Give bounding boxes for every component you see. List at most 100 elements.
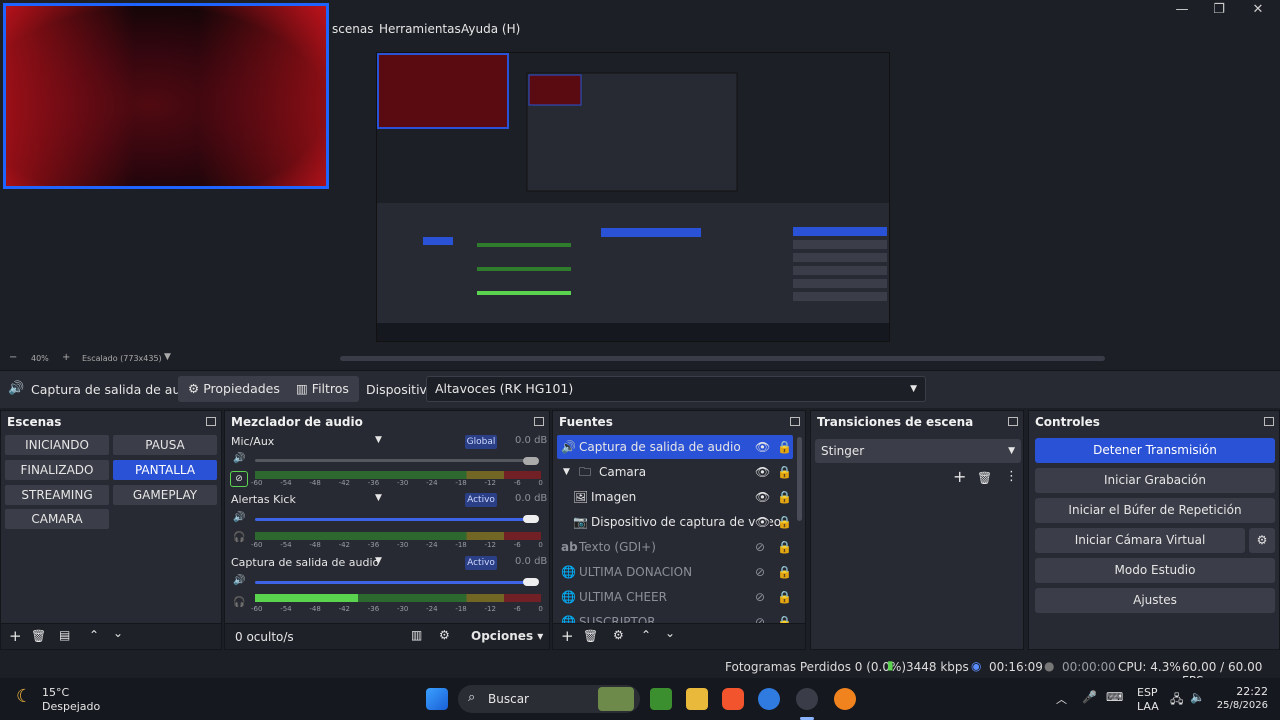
eye-icon[interactable]: 👁 [755, 460, 770, 484]
channel-menu-icon[interactable]: ▼ [375, 435, 382, 445]
lock-icon[interactable]: 🔒 [777, 485, 792, 509]
weather-temp[interactable]: 15°C [42, 686, 69, 699]
undock-icon[interactable] [790, 417, 800, 426]
lock-icon[interactable]: 🔒 [777, 560, 792, 584]
volume-slider[interactable] [255, 518, 537, 521]
device-select[interactable]: Altavoces (RK HG101) ▼ [426, 376, 926, 402]
source-item[interactable]: 🖼 Imagen 👁 🔒 [557, 485, 793, 509]
scene-pantalla[interactable]: PANTALLA [113, 460, 217, 480]
maximize-button[interactable]: ❐ [1199, 2, 1239, 20]
eye-hidden-icon[interactable]: ⊘ [755, 585, 765, 609]
filters-button[interactable]: ▥ Filtros [286, 376, 359, 402]
windows-start-icon[interactable] [426, 688, 448, 710]
obs-icon[interactable] [796, 688, 818, 710]
lock-icon[interactable]: 🔒 [777, 435, 792, 459]
chevron-up-icon[interactable]: ︿ [1056, 691, 1067, 707]
chevron-down-icon[interactable]: ▼ [164, 352, 171, 362]
brave-icon[interactable] [722, 688, 744, 710]
file-explorer-icon[interactable] [686, 688, 708, 710]
eye-icon[interactable]: 👁 [755, 485, 770, 509]
menu-tools[interactable]: Herramientas [379, 22, 461, 36]
volume-slider[interactable] [255, 459, 537, 462]
lock-icon[interactable]: 🔒 [777, 535, 792, 559]
move-up-icon[interactable]: ⌃ [89, 628, 99, 642]
volume-slider-knob[interactable] [523, 515, 539, 523]
undock-icon[interactable] [206, 417, 216, 426]
trash-icon[interactable]: 🗑 [977, 471, 992, 485]
volume-icon[interactable]: 🔊 [233, 512, 245, 523]
source-item[interactable]: 🌐 ULTIMA CHEER ⊘ 🔒 [557, 585, 793, 609]
scene-finalizado[interactable]: FINALIZADO [5, 460, 109, 480]
overwatch-icon[interactable] [834, 688, 856, 710]
trash-icon[interactable]: 🗑 [31, 629, 46, 643]
studio-mode-button[interactable]: Modo Estudio [1035, 558, 1275, 583]
monitor-mute-icon[interactable]: ⊘ [230, 471, 248, 487]
move-up-icon[interactable]: ⌃ [641, 628, 651, 642]
move-down-icon[interactable]: ⌄ [665, 626, 675, 640]
monitor-icon[interactable]: 🎧 [233, 532, 245, 543]
undock-icon[interactable] [534, 417, 544, 426]
scene-iniciando[interactable]: INICIANDO [5, 435, 109, 455]
scene-filter-icon[interactable]: ▤ [59, 628, 70, 642]
minimize-button[interactable]: — [1162, 2, 1202, 20]
lock-icon[interactable]: 🔒 [777, 610, 792, 623]
eye-icon[interactable]: 👁 [755, 435, 770, 459]
start-recording-button[interactable]: Iniciar Grabación [1035, 468, 1275, 493]
trash-icon[interactable]: 🗑 [583, 629, 598, 643]
language-code[interactable]: ESP [1137, 686, 1158, 699]
monitor-icon[interactable]: 🎧 [233, 597, 245, 608]
network-icon[interactable]: 🖧 [1170, 690, 1183, 711]
channel-menu-icon[interactable]: ▼ [375, 556, 382, 566]
minecraft-icon[interactable] [650, 688, 672, 710]
eye-hidden-icon[interactable]: ⊘ [755, 560, 765, 584]
layout-icon[interactable]: ▥ [411, 628, 422, 642]
sources-scrollbar[interactable] [797, 437, 802, 521]
volume-slider[interactable] [255, 581, 537, 584]
weather-desc[interactable]: Despejado [42, 700, 100, 713]
move-down-icon[interactable]: ⌄ [113, 626, 123, 640]
stop-streaming-button[interactable]: Detener Transmisión [1035, 438, 1275, 463]
more-icon[interactable]: ⋮ [1005, 469, 1018, 484]
eye-hidden-icon[interactable]: ⊘ [755, 535, 765, 559]
undock-icon[interactable] [1008, 417, 1018, 426]
add-icon[interactable]: + [953, 467, 966, 486]
virtual-camera-settings-icon[interactable]: ⚙ [1249, 528, 1275, 553]
horizontal-scrollbar[interactable] [340, 356, 1105, 361]
volume-icon[interactable]: 🔊 [233, 453, 245, 464]
source-item[interactable]: 🌐 SUSCRIPTOR ⊘ 🔒 [557, 610, 793, 623]
source-item[interactable]: 🌐 ULTIMA DONACION ⊘ 🔒 [557, 560, 793, 584]
clock-date[interactable]: 25/8/2026 [1212, 700, 1268, 711]
volume-icon[interactable]: 🔈 [1190, 690, 1205, 704]
keyboard-icon[interactable]: ⌨ [1106, 690, 1123, 704]
menu-scenes[interactable]: scenas [332, 22, 373, 36]
source-item[interactable]: ab Texto (GDI+) ⊘ 🔒 [557, 535, 793, 559]
virtual-camera-button[interactable]: Iniciar Cámara Virtual [1035, 528, 1245, 553]
zoom-in-button[interactable]: + [62, 352, 70, 363]
replay-buffer-button[interactable]: Iniciar el Búfer de Repetición [1035, 498, 1275, 523]
scene-pausa[interactable]: PAUSA [113, 435, 217, 455]
settings-button[interactable]: Ajustes [1035, 588, 1275, 613]
volume-slider-knob[interactable] [523, 457, 539, 465]
scene-gameplay[interactable]: GAMEPLAY [113, 485, 217, 505]
undock-icon[interactable] [1264, 417, 1274, 426]
lock-icon[interactable]: 🔒 [777, 585, 792, 609]
add-icon[interactable]: + [561, 627, 574, 645]
close-button[interactable]: ✕ [1238, 2, 1278, 20]
clock-time[interactable]: 22:22 [1226, 685, 1268, 698]
eye-hidden-icon[interactable]: ⊘ [755, 610, 765, 623]
source-item[interactable]: 🔊 Captura de salida de audio 👁 🔒 [557, 435, 793, 459]
source-item[interactable]: ▼ 🗀 Camara 👁 🔒 [557, 460, 793, 484]
menu-help[interactable]: Ayuda (H) [461, 22, 520, 36]
channel-menu-icon[interactable]: ▼ [375, 493, 382, 503]
lock-icon[interactable]: 🔒 [777, 510, 792, 534]
advanced-audio-icon[interactable]: ⚙ [439, 628, 450, 642]
eye-icon[interactable]: 👁 [755, 510, 771, 534]
edge-icon[interactable] [758, 688, 780, 710]
volume-icon[interactable]: 🔊 [233, 575, 245, 586]
options-button[interactable]: Opciones ▾ [471, 629, 543, 643]
zoom-out-button[interactable]: − [9, 352, 17, 363]
scene-streaming[interactable]: STREAMING [5, 485, 109, 505]
gear-icon[interactable]: ⚙ [613, 628, 624, 642]
properties-button[interactable]: ⚙ Propiedades [178, 376, 290, 402]
language-layout[interactable]: LAA [1137, 700, 1159, 713]
